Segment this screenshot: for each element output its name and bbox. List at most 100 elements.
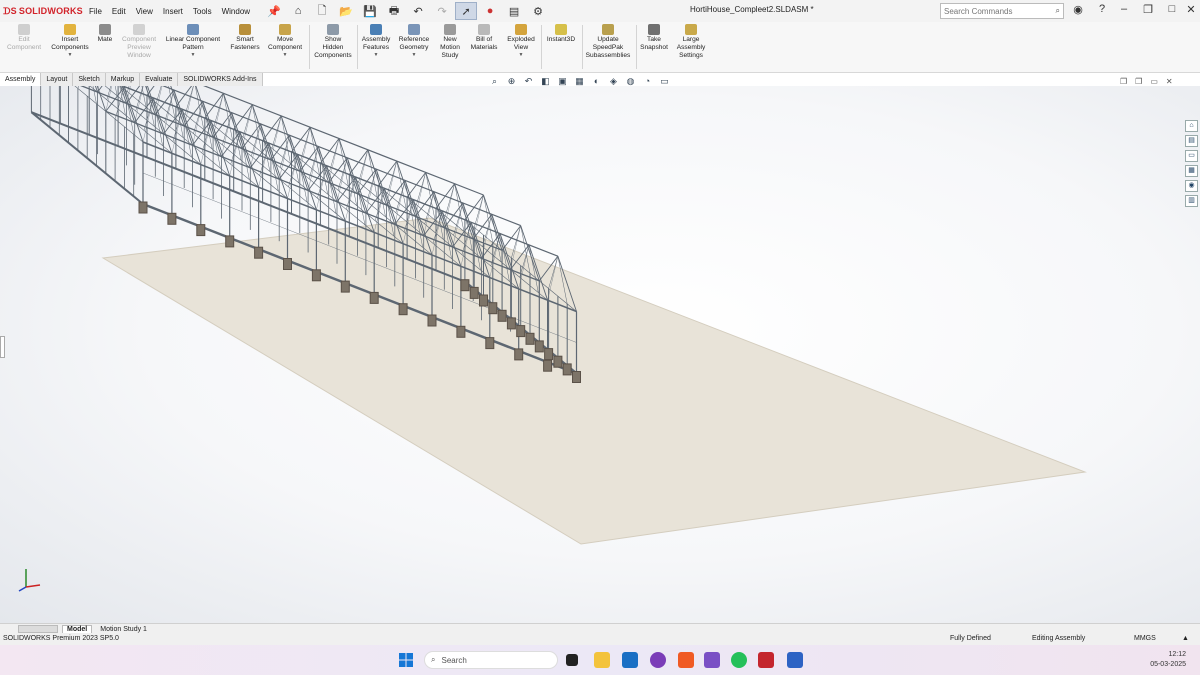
move-component-button[interactable]: Move Component ▼	[264, 24, 306, 59]
status-bar-expand-icon[interactable]: ▲	[1182, 635, 1189, 642]
whatsapp-icon[interactable]	[731, 652, 747, 668]
menu-insert[interactable]: Insert	[158, 7, 188, 16]
user-account-icon[interactable]: ◉	[1070, 3, 1086, 16]
search-placeholder: Search Commands	[944, 6, 1013, 16]
motion-study-icon	[444, 24, 456, 35]
visual-studio-icon[interactable]	[704, 652, 720, 668]
tab-layout[interactable]: Layout	[41, 73, 74, 86]
task-view-icon[interactable]	[566, 654, 578, 666]
solidworks-taskbar-icon[interactable]	[758, 652, 774, 668]
tab-motion-study-1[interactable]: Motion Study 1	[96, 626, 151, 633]
menu-file[interactable]: File	[84, 7, 107, 16]
menu-tools[interactable]: Tools	[188, 7, 217, 16]
dropdown-arrow-icon[interactable]: ▼	[412, 52, 417, 60]
bill-of-materials-button[interactable]: Bill of Materials	[466, 24, 502, 52]
select-cursor-icon[interactable]: ➚	[455, 2, 478, 20]
dropdown-arrow-icon[interactable]: ▼	[283, 52, 288, 60]
file-explorer-icon[interactable]: ▭	[1185, 150, 1198, 162]
left-panel-collapse-handle[interactable]	[0, 336, 5, 358]
large-assembly-settings-button[interactable]: Large Assembly Settings	[671, 24, 711, 59]
store-app-icon[interactable]	[787, 652, 803, 668]
dropdown-arrow-icon[interactable]: ▼	[519, 52, 524, 60]
solidworks-resources-icon[interactable]: ⌂	[1185, 120, 1198, 132]
menu-bar: File Edit View Insert Tools Window	[84, 7, 255, 16]
viewport-minimize-icon[interactable]: ❐	[1120, 77, 1127, 86]
system-clock[interactable]: 12:12 05-03-2025	[1146, 650, 1186, 670]
view-palette-icon[interactable]: ▦	[1185, 165, 1198, 177]
tab-scroll-arrows[interactable]	[18, 625, 58, 633]
smart-fasteners-button[interactable]: Smart Fasteners	[226, 24, 264, 52]
help-icon[interactable]: ?	[1094, 3, 1110, 15]
tab-assembly[interactable]: Assembly	[0, 73, 42, 86]
menu-view[interactable]: View	[131, 7, 158, 16]
rebuild-icon[interactable]: ●	[479, 2, 501, 20]
graphics-area[interactable]	[0, 86, 1200, 623]
wall-rail	[258, 218, 288, 230]
restore-icon[interactable]: ❐	[1140, 3, 1156, 16]
component-preview-window-button[interactable]: Component Preview Window	[117, 24, 161, 59]
search-commands-input[interactable]: Search Commands ⌕	[940, 3, 1064, 19]
podcast-app-icon[interactable]	[650, 652, 666, 668]
options-gear-icon[interactable]: ⚙	[527, 2, 549, 20]
print-icon[interactable]: 🖶	[383, 2, 405, 20]
save-icon[interactable]: 💾	[359, 2, 381, 20]
menu-edit[interactable]: Edit	[107, 7, 131, 16]
file-explorer-taskbar-icon[interactable]	[594, 652, 610, 668]
insert-components-button[interactable]: Insert Components ▼	[46, 24, 94, 59]
assembly-features-button[interactable]: Assembly Features ▼	[358, 24, 394, 59]
maximize-icon[interactable]: □	[1164, 3, 1180, 15]
dropdown-arrow-icon[interactable]: ▼	[68, 52, 73, 60]
tab-model[interactable]: Model	[62, 625, 93, 633]
greenhouse-assembly-model[interactable]	[0, 86, 1200, 623]
dropdown-arrow-icon[interactable]: ▼	[374, 52, 379, 60]
editing-mode-status: Editing Assembly	[1032, 635, 1086, 642]
unit-system[interactable]: MMGS	[1134, 635, 1156, 642]
close-icon[interactable]: ✕	[1183, 3, 1199, 16]
tab-solidworks-add-ins[interactable]: SOLIDWORKS Add-Ins	[178, 73, 263, 86]
file-properties-icon[interactable]: ▤	[503, 2, 525, 20]
exploded-view-button[interactable]: Exploded View ▼	[502, 24, 540, 59]
tab-evaluate[interactable]: Evaluate	[140, 73, 179, 86]
taskbar-search-box[interactable]: ⌕ Search	[424, 651, 558, 669]
dropdown-arrow-icon[interactable]: ▼	[191, 52, 196, 60]
linear-component-pattern-button[interactable]: Linear Component Pattern ▼	[161, 24, 225, 59]
viewport-restore-icon[interactable]: ❐	[1135, 77, 1142, 86]
brave-browser-icon[interactable]	[678, 652, 694, 668]
column-footing	[553, 355, 563, 368]
appearances-icon[interactable]: ◉	[1185, 180, 1198, 192]
home-icon[interactable]: ⌂	[287, 2, 309, 20]
column-footing	[369, 291, 379, 304]
document-title: HortiHouse_Compleet2.SLDASM *	[690, 5, 814, 14]
viewport-tile-icon[interactable]: ▭	[1150, 77, 1158, 86]
menu-window[interactable]: Window	[217, 7, 255, 16]
search-icon[interactable]: ⌕	[1056, 6, 1060, 16]
instant3d-button[interactable]: Instant3D	[542, 24, 580, 44]
custom-properties-icon[interactable]: ▥	[1185, 195, 1198, 207]
tab-sketch[interactable]: Sketch	[73, 73, 106, 86]
edit-component-icon	[18, 24, 30, 35]
status-bar: SOLIDWORKS Premium 2023 SP5.0 Fully Defi…	[0, 634, 1200, 645]
task-pane-tabs: ⌂ ▤ ▭ ▦ ◉ ▥	[1185, 120, 1199, 207]
windows-start-icon[interactable]	[398, 652, 414, 668]
taskbar-search-label: Search	[441, 655, 467, 665]
column-footing	[254, 246, 264, 259]
reference-geometry-button[interactable]: Reference Geometry ▼	[394, 24, 434, 59]
tab-markup[interactable]: Markup	[105, 73, 141, 86]
viewport-close-icon[interactable]: ✕	[1166, 77, 1173, 86]
new-motion-study-button[interactable]: New Motion Study	[434, 24, 466, 59]
solidworks-logo[interactable]: ᗪS SOLIDWORKS	[0, 0, 84, 22]
show-hidden-components-button[interactable]: Show Hidden Components	[311, 24, 355, 59]
new-document-icon[interactable]: 🗋	[311, 2, 333, 20]
redo-icon[interactable]: ↷	[431, 2, 453, 20]
open-icon[interactable]: 📂	[335, 2, 357, 20]
minimize-icon[interactable]: –	[1116, 3, 1132, 15]
pin-icon[interactable]: 📌	[263, 2, 285, 20]
design-library-icon[interactable]: ▤	[1185, 135, 1198, 147]
update-speedpak-button[interactable]: Update SpeedPak Subassemblies	[583, 24, 633, 59]
mate-button[interactable]: Mate	[93, 24, 117, 44]
undo-icon[interactable]: ↶	[407, 2, 429, 20]
take-snapshot-button[interactable]: Take Snapshot	[637, 24, 671, 52]
outlook-icon[interactable]	[622, 652, 638, 668]
edit-component-button[interactable]: Edit Component	[2, 24, 46, 52]
column-footing	[456, 325, 466, 338]
